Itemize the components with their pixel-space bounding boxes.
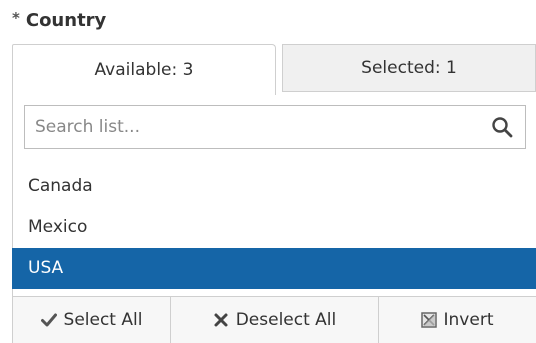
list-item-mexico[interactable]: Mexico <box>12 207 536 248</box>
invert-label: Invert <box>443 310 494 330</box>
tab-available-label: Available: 3 <box>94 60 194 80</box>
checkmark-icon <box>40 312 57 328</box>
list-item-usa[interactable]: USA <box>12 248 536 289</box>
required-marker: * <box>12 9 20 27</box>
deselect-all-button[interactable]: Deselect All <box>171 297 379 343</box>
search-input[interactable] <box>25 106 465 148</box>
select-all-label: Select All <box>63 310 143 330</box>
country-multiselect-widget: * Country Available: 3 Selected: 1 Canada… <box>0 0 536 343</box>
list-item-canada[interactable]: Canada <box>12 166 536 207</box>
action-bar: Select All Deselect All Invert <box>12 296 536 343</box>
field-label-text: Country <box>25 10 107 31</box>
search-icon[interactable] <box>491 116 513 138</box>
tab-selected[interactable]: Selected: 1 <box>282 44 536 92</box>
multiselect-panel: Available: 3 Selected: 1 Canada Mexico U… <box>12 44 536 343</box>
tab-available[interactable]: Available: 3 <box>12 44 276 95</box>
invert-selection-icon <box>420 312 437 328</box>
deselect-all-label: Deselect All <box>235 310 337 330</box>
search-box <box>24 105 526 149</box>
field-label: * Country <box>12 9 107 31</box>
select-all-button[interactable]: Select All <box>13 297 171 343</box>
close-icon <box>213 312 229 328</box>
options-list: Canada Mexico USA <box>12 166 536 289</box>
tab-selected-label: Selected: 1 <box>361 58 457 78</box>
invert-button[interactable]: Invert <box>379 297 535 343</box>
